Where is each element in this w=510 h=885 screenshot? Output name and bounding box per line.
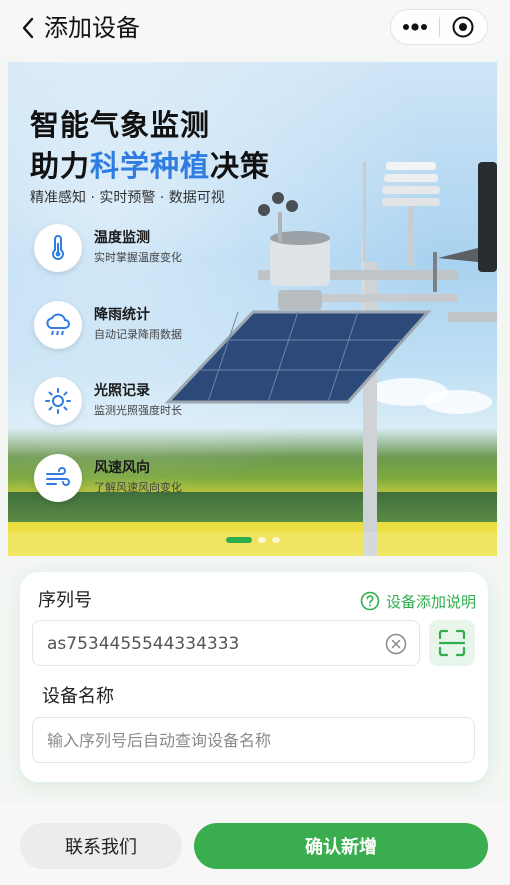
serial-number-label: 序列号: [38, 590, 92, 611]
scan-button[interactable]: [429, 620, 475, 666]
feature-desc: 了解风速风向变化: [94, 481, 182, 494]
scan-icon: [438, 629, 466, 657]
rain-cloud-icon: [34, 301, 82, 349]
banner-title-second-line: 助力科学种植决策: [30, 147, 270, 185]
sun-icon: [34, 377, 82, 425]
serial-number-input[interactable]: as7534455544334333: [32, 620, 420, 666]
mini-program-capsule: [390, 9, 488, 45]
feature-title: 光照记录: [94, 383, 150, 399]
feature-title: 降雨统计: [94, 307, 150, 323]
bottom-action-bar: 联系我们 确认新增: [0, 804, 510, 885]
feature-wind: 风速风向 了解风速风向变化: [34, 454, 264, 508]
chevron-left-icon[interactable]: [16, 14, 40, 42]
banner-subtitle: 精准感知 · 实时预警 · 数据可视: [30, 190, 225, 206]
help-link-label: 设备添加说明: [385, 592, 476, 611]
feature-title: 风速风向: [94, 460, 150, 476]
carousel-dot[interactable]: [258, 537, 266, 543]
feature-desc: 监测光照强度时长: [94, 404, 182, 417]
carousel-indicator: [226, 536, 280, 544]
thermometer-icon: [34, 224, 82, 272]
page-title: 添加设备: [44, 14, 140, 42]
banner-title: 智能气象监测: [30, 108, 211, 142]
carousel-dot-active[interactable]: [226, 537, 252, 543]
device-form-card: 序列号 设备添加说明 as7534455544334333 设备名称 输入序列号…: [20, 572, 488, 782]
feature-title: 温度监测: [94, 230, 150, 246]
title-highlight: 科学种植: [90, 149, 211, 183]
target-circle-icon[interactable]: [439, 10, 487, 44]
question-circle-icon: [360, 591, 380, 611]
clear-icon[interactable]: [385, 633, 407, 655]
add-device-help-link[interactable]: 设备添加说明: [360, 589, 476, 613]
feature-temperature: 温度监测 实时掌握温度变化: [34, 224, 264, 278]
serial-number-value: as7534455544334333: [47, 634, 240, 654]
device-name-placeholder: 输入序列号后自动查询设备名称: [47, 731, 272, 750]
device-name-label: 设备名称: [42, 686, 114, 707]
title-suffix: 决策: [210, 149, 271, 183]
device-name-input[interactable]: 输入序列号后自动查询设备名称: [32, 717, 475, 763]
feature-desc: 自动记录降雨数据: [94, 328, 182, 341]
feature-desc: 实时掌握温度变化: [94, 251, 182, 264]
wind-icon: [34, 454, 82, 502]
banner-carousel[interactable]: 智能气象监测 助力科学种植决策 精准感知 · 实时预警 · 数据可视 温度监测 …: [8, 62, 497, 556]
more-dots-icon[interactable]: [391, 10, 439, 44]
feature-sunlight: 光照记录 监测光照强度时长: [34, 377, 264, 431]
feature-rainfall: 降雨统计 自动记录降雨数据: [34, 301, 264, 355]
nav-bar: 添加设备: [0, 0, 510, 56]
confirm-add-button[interactable]: 确认新增: [194, 823, 488, 869]
title-prefix: 助力: [30, 149, 91, 183]
carousel-dot[interactable]: [272, 537, 280, 543]
contact-us-button[interactable]: 联系我们: [20, 823, 182, 869]
